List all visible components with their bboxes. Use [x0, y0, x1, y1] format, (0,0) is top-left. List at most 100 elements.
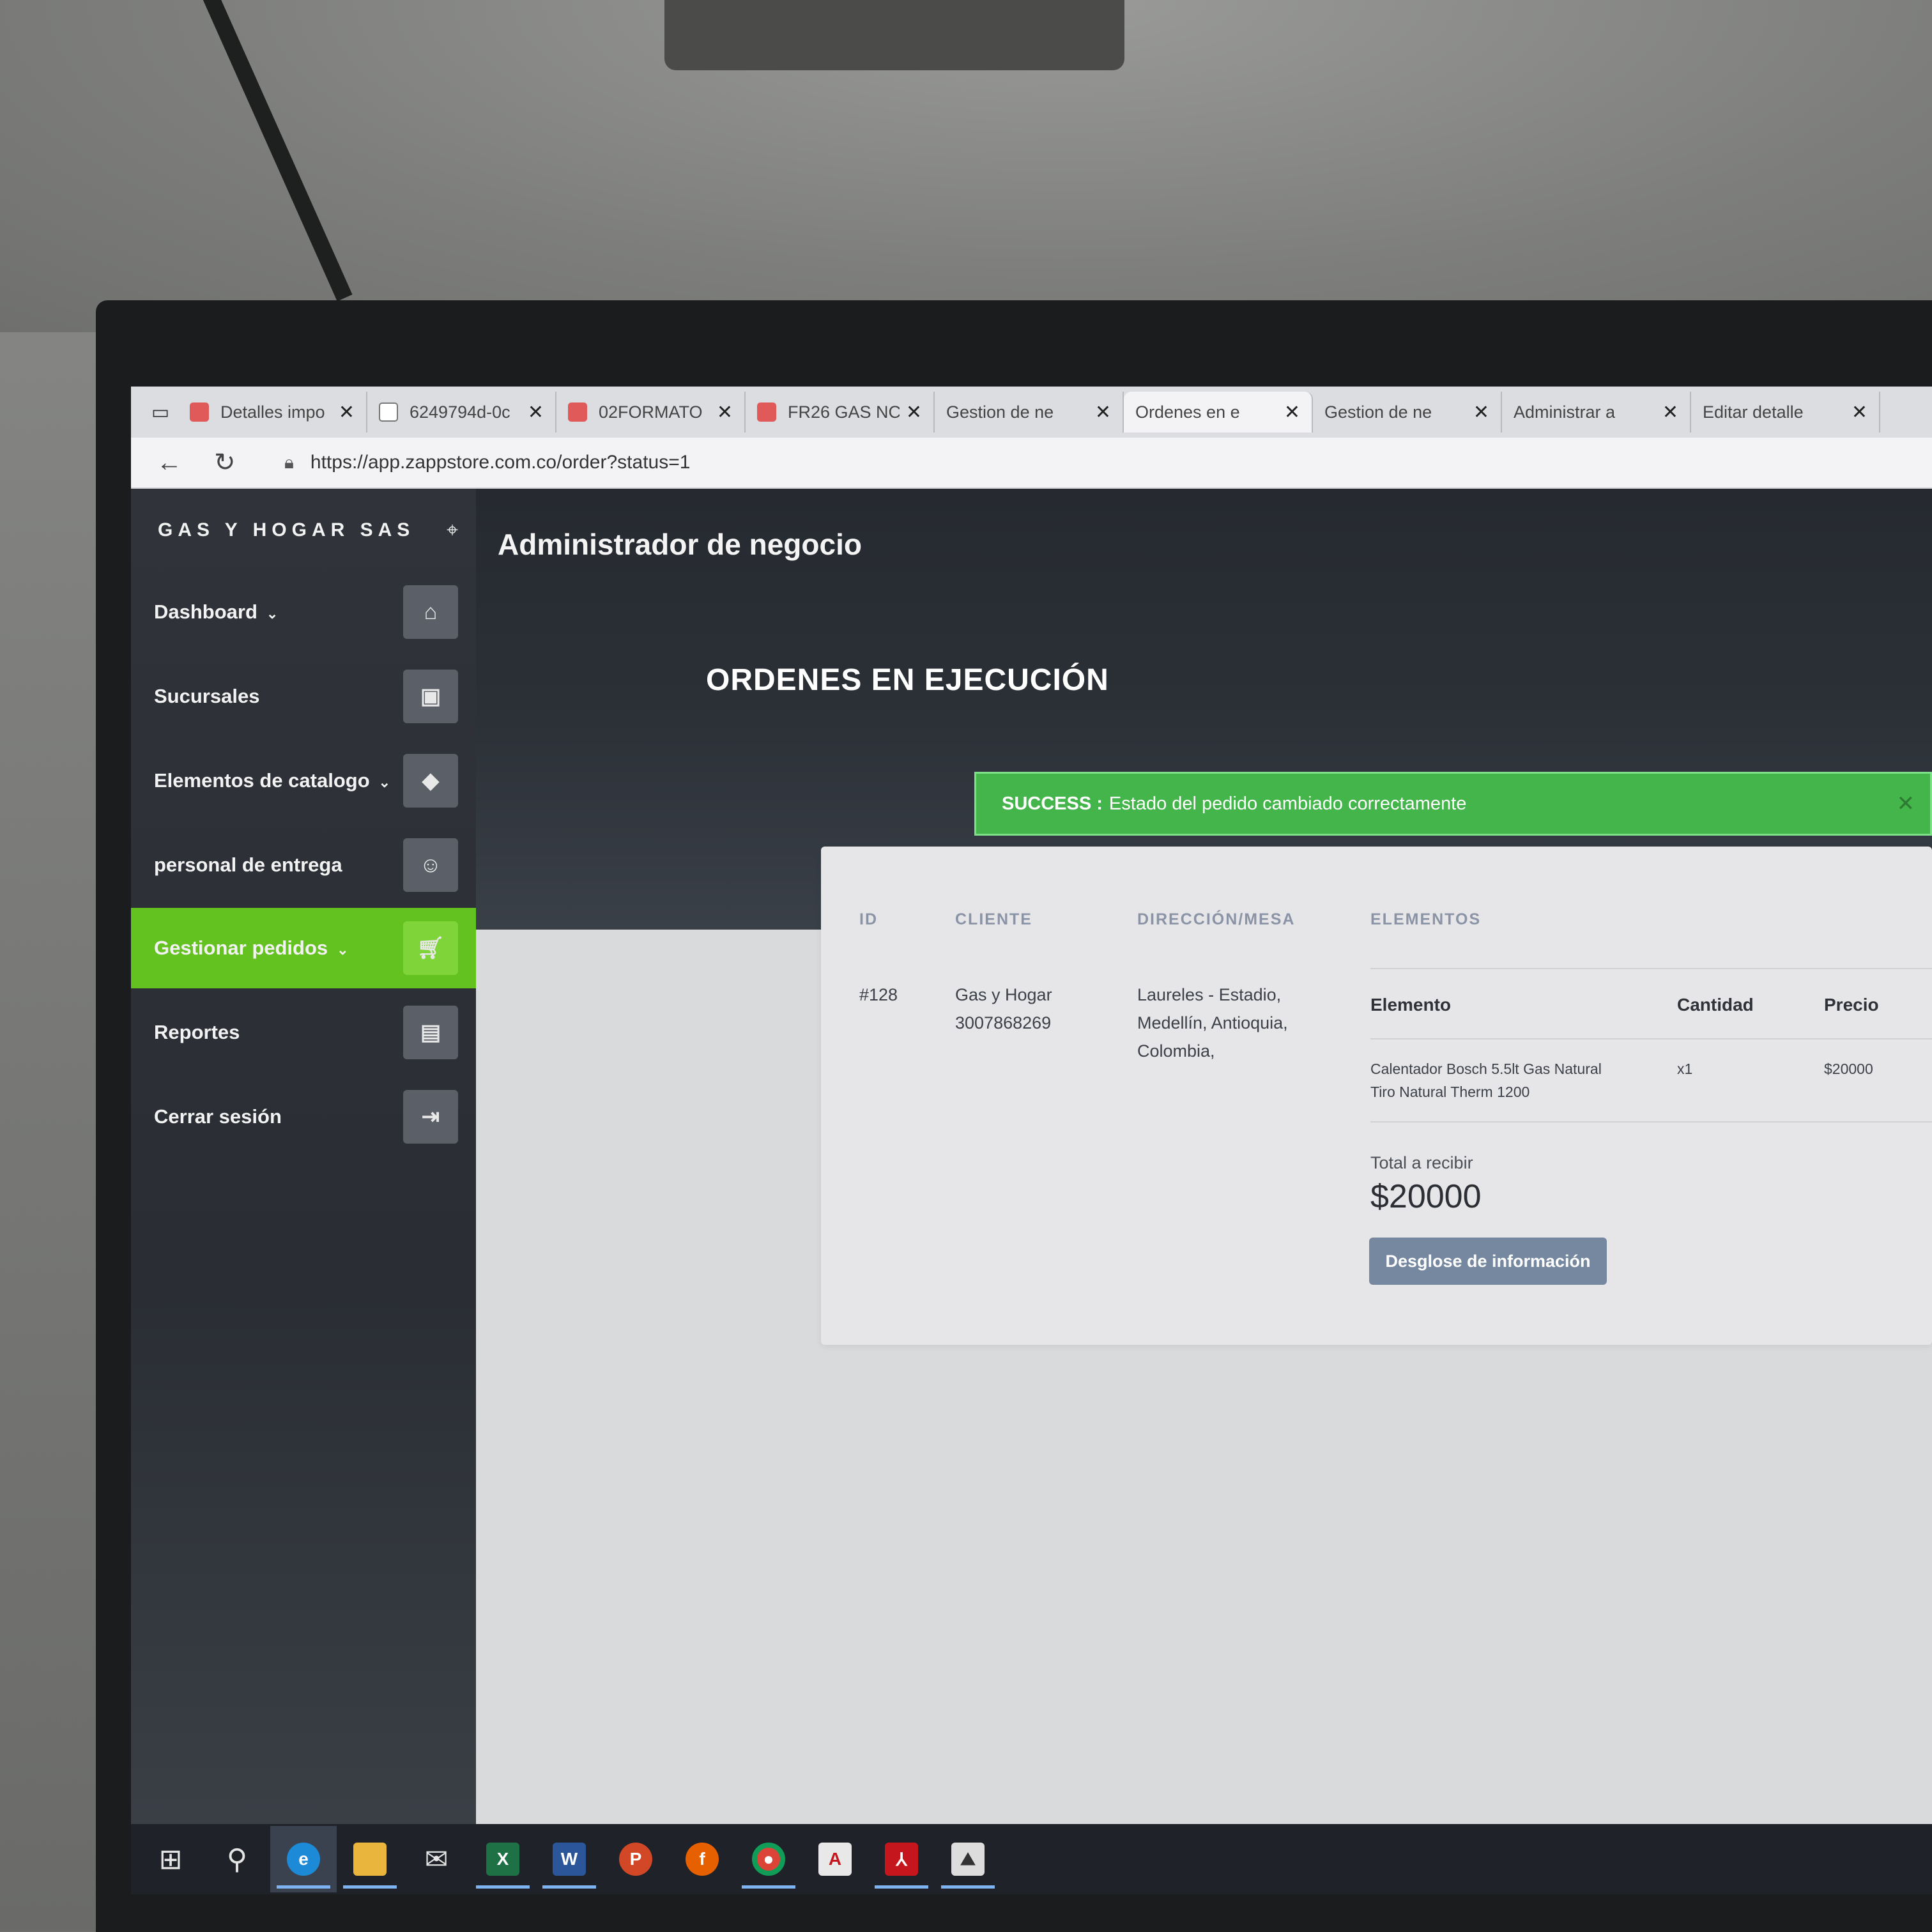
client-name: Gas y Hogar [955, 985, 1052, 1004]
browser-tab[interactable]: Gestion de ne ✕ [131, 392, 1502, 508]
sidebar-item-label: Gestionar pedidos [154, 937, 328, 959]
total-label: Total a recibir [1370, 1153, 1473, 1172]
tab-title: 02FORMATO [599, 402, 703, 422]
success-alert: SUCCESS : Estado del pedido cambiado cor… [974, 772, 1932, 836]
browser-tab[interactable]: Gestion de ne ✕ [131, 392, 1124, 508]
firefox-icon[interactable]: f [669, 1826, 735, 1892]
column-header-id: ID [859, 910, 878, 928]
browser-tab[interactable]: FR26 GAS NC ✕ [746, 392, 935, 433]
column-header-elementos: ELEMENTOS [1370, 910, 1482, 928]
sidebar-item-label: Elementos de catalogo [154, 769, 370, 792]
alert-message: Estado del pedido cambiado correctamente [1108, 793, 1467, 814]
browser-tab[interactable]: 02FORMATO ✕ [556, 392, 746, 433]
file-icon: ▤ [403, 1006, 458, 1059]
close-icon[interactable]: ✕ [1662, 401, 1678, 424]
sidebar-item-sucursales[interactable]: Sucursales ▣ [131, 656, 476, 737]
delivery-person-icon: ☺ [403, 838, 458, 892]
browser-tab-active[interactable]: Ordenes en e ✕ [131, 392, 1313, 508]
unpin-icon[interactable]: ⌖ [447, 518, 458, 542]
sidebar-item-reportes[interactable]: Reportes ▤ [131, 992, 476, 1073]
divider [1370, 968, 1932, 969]
chevron-down-icon: ⌄ [378, 774, 391, 790]
mail-icon[interactable]: ✉ [403, 1826, 470, 1892]
pdf-reader-icon[interactable]: ⅄ [868, 1826, 935, 1892]
tab-title: Ordenes en e [1135, 402, 1240, 422]
sidebar-item-label: Cerrar sesión [154, 1105, 282, 1128]
close-icon[interactable]: ✕ [906, 401, 922, 424]
address-line: Medellín, Antioquia, [1137, 1013, 1288, 1032]
browser-tab-bar: ▭ Detalles impo ✕ 6249794d-0c ✕ 02FORMATO ✕… [131, 387, 1932, 508]
close-icon[interactable]: ✕ [1897, 791, 1915, 816]
sidebar-item-dashboard[interactable]: Dashboard ⌄ ⌂ [131, 572, 476, 652]
url-field[interactable]: https://app.zappstore.com.co/order?statu… [310, 452, 691, 473]
item-name: Calentador Bosch 5.5lt Gas Natural [1370, 1061, 1602, 1077]
acrobat-icon[interactable]: A [802, 1826, 868, 1892]
brand-row: GAS Y HOGAR SAS ⌖ [158, 508, 458, 553]
cart-icon: 🛒︎ [403, 921, 458, 975]
browser-tab[interactable]: Administrar a ✕ [131, 392, 1691, 508]
windows-start-icon[interactable]: ⊞ [137, 1826, 204, 1892]
taskbar: ⊞ ⚲ e ✉ X W P f ● A ⅄ ⛰ [131, 1824, 1932, 1894]
tab-title: Gestion de ne [946, 402, 1054, 422]
screen: ▭ Detalles impo ✕ 6249794d-0c ✕ 02FORMATO ✕… [131, 387, 1932, 1894]
sidebar: GAS Y HOGAR SAS ⌖ Dashboard ⌄ ⌂ Sucursale… [131, 489, 476, 1824]
close-icon[interactable]: ✕ [1851, 401, 1867, 424]
section-title: ORDENES EN EJECUCIÓN [706, 663, 1109, 697]
excel-icon[interactable]: X [470, 1826, 536, 1892]
main-content: Administrador de negocio ORDENES EN EJEC… [476, 489, 1932, 1824]
item-price: $20000 [1824, 1061, 1873, 1077]
divider [1370, 1121, 1932, 1123]
refresh-icon[interactable]: ↻ [214, 448, 272, 477]
chrome-icon[interactable]: ● [735, 1826, 802, 1892]
word-icon[interactable]: W [536, 1826, 602, 1892]
powerpoint-icon[interactable]: P [602, 1826, 669, 1892]
address-line: Colombia, [1137, 1041, 1215, 1061]
logout-icon: ⇥ [403, 1090, 458, 1144]
browser-tab[interactable]: 6249794d-0c ✕ [367, 392, 556, 433]
chevron-down-icon: ⌄ [337, 942, 349, 958]
store-icon: ▣ [403, 670, 458, 723]
edge-browser-icon[interactable]: e [270, 1826, 337, 1892]
tab-title: Editar detalle [1703, 402, 1804, 422]
document-icon [379, 402, 398, 422]
close-icon[interactable]: ✕ [528, 401, 544, 424]
app: GAS Y HOGAR SAS ⌖ Dashboard ⌄ ⌂ Sucursale… [131, 489, 1932, 1824]
close-icon[interactable]: ✕ [339, 401, 355, 424]
elements-header-precio: Precio [1824, 995, 1879, 1015]
lock-icon[interactable]: 🔒︎ [284, 452, 294, 473]
order-id: #128 [859, 985, 898, 1004]
tab-title: 6249794d-0c [410, 402, 510, 422]
back-icon[interactable]: ← [157, 448, 214, 477]
close-icon[interactable]: ✕ [1095, 401, 1111, 424]
close-icon[interactable]: ✕ [1284, 401, 1300, 424]
close-icon[interactable]: ✕ [717, 401, 733, 424]
tag-icon: ◆ [403, 754, 458, 808]
detail-button[interactable]: Desglose de información [1369, 1238, 1607, 1285]
dashboard-icon: ⌂ [403, 585, 458, 639]
sidebar-item-label: Dashboard [154, 601, 257, 623]
pdf-icon [190, 402, 209, 422]
brand-name: GAS Y HOGAR SAS [158, 519, 415, 540]
sidebar-item-cerrar-sesion[interactable]: Cerrar sesión ⇥ [131, 1077, 476, 1157]
total-value: $20000 [1370, 1178, 1482, 1215]
address-line: Laureles - Estadio, [1137, 985, 1282, 1004]
search-icon[interactable]: ⚲ [204, 1826, 270, 1892]
sidebar-item-elementos-catalogo[interactable]: Elementos de catalogo ⌄ ◆ [131, 740, 476, 821]
tab-actions-icon[interactable]: ▭ [142, 394, 178, 430]
orders-card: ID CLIENTE DIRECCIÓN/MESA ELEMENTOS #128… [821, 847, 1932, 1345]
photos-icon[interactable]: ⛰ [935, 1826, 1001, 1892]
close-icon[interactable]: ✕ [1473, 401, 1489, 424]
monitor-stand [664, 0, 1124, 70]
sidebar-item-label: Reportes [154, 1021, 240, 1043]
tab-title: Gestion de ne [1324, 402, 1432, 422]
tab-title: Administrar a [1514, 402, 1616, 422]
file-explorer-icon[interactable] [337, 1826, 403, 1892]
browser-tab[interactable]: Detalles impo ✕ [178, 392, 367, 433]
page-heading: Administrador de negocio [498, 528, 862, 561]
sidebar-item-label: personal de entrega [154, 854, 342, 876]
sidebar-item-personal-entrega[interactable]: personal de entrega ☺ [131, 825, 476, 905]
elements-header-elemento: Elemento [1370, 995, 1452, 1015]
sidebar-item-gestionar-pedidos[interactable]: Gestionar pedidos ⌄ 🛒︎ [131, 908, 476, 988]
pdf-icon [757, 402, 776, 422]
browser-tab[interactable]: Editar detalle ✕ [131, 392, 1880, 508]
